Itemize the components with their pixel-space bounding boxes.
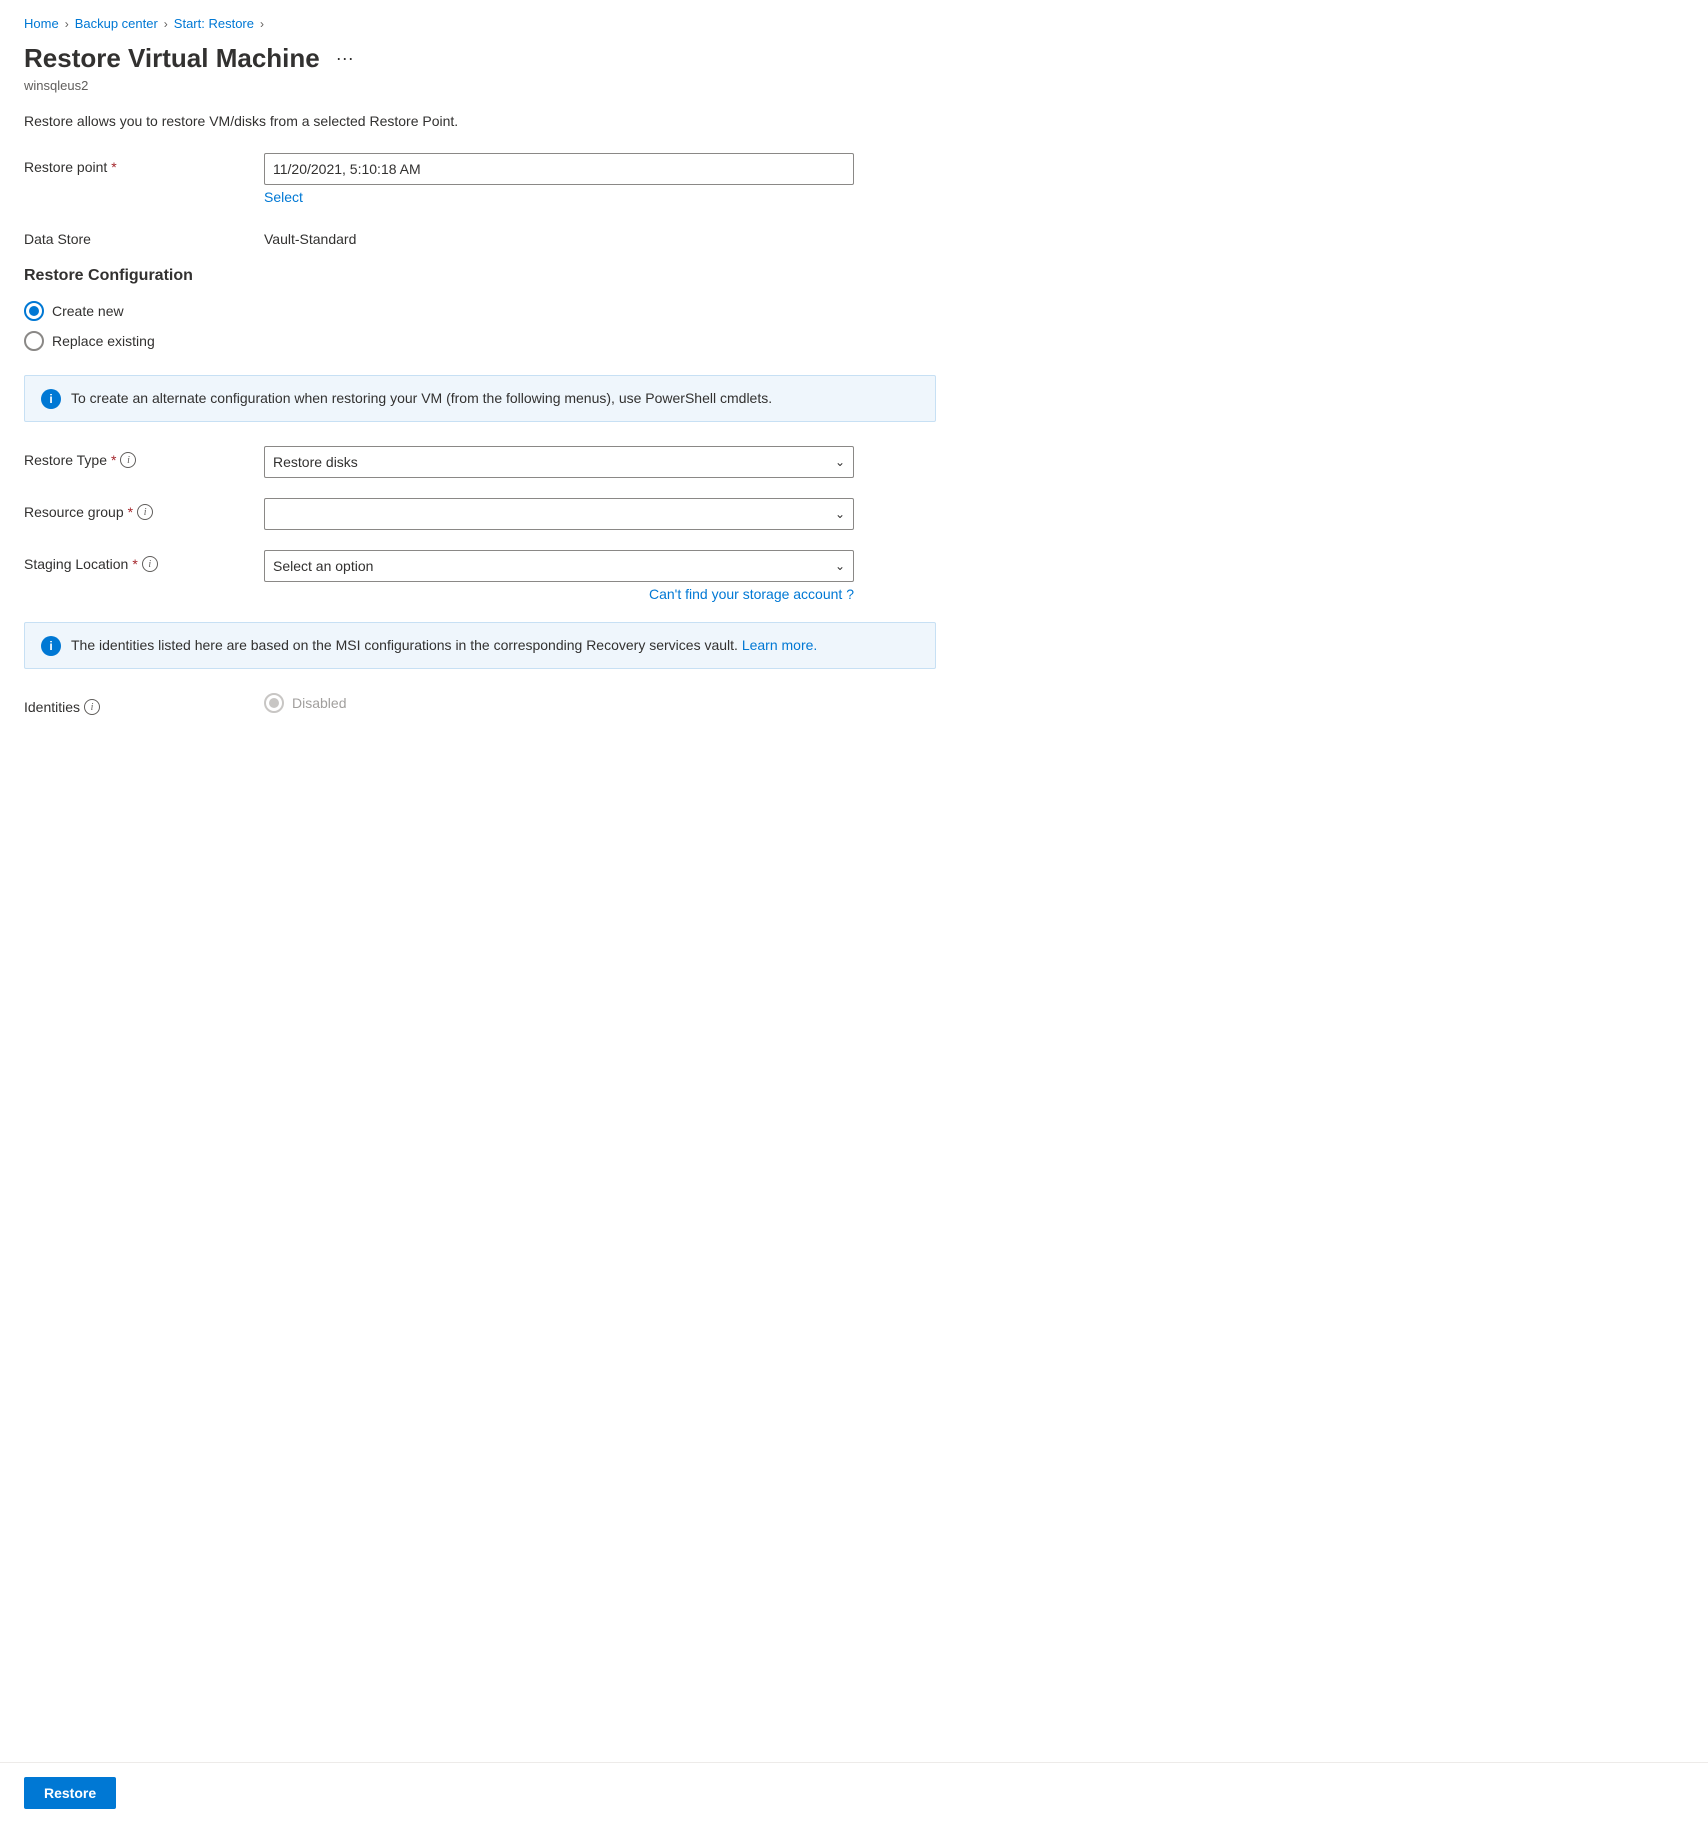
breadcrumb-start-restore[interactable]: Start: Restore (174, 16, 254, 31)
page-title: Restore Virtual Machine (24, 43, 320, 74)
learn-more-link[interactable]: Learn more. (742, 637, 817, 653)
restore-point-label: Restore point * (24, 153, 264, 175)
restore-type-row: Restore Type * i Restore disks ⌄ (24, 446, 936, 478)
resource-group-chevron-icon: ⌄ (835, 507, 845, 521)
footer-bar: Restore (0, 1762, 1708, 1822)
identities-disabled-radio: Disabled (264, 693, 936, 713)
restore-point-select-link[interactable]: Select (264, 189, 936, 205)
restore-point-field-group: Select (264, 153, 936, 205)
breadcrumb-home[interactable]: Home (24, 16, 59, 31)
restore-configuration-radio-group: Create new Replace existing (24, 301, 936, 351)
restore-point-required: * (111, 159, 116, 175)
breadcrumb-backup-center[interactable]: Backup center (75, 16, 158, 31)
breadcrumb-sep-3: › (260, 17, 264, 31)
restore-point-input[interactable] (264, 153, 854, 185)
staging-location-dropdown[interactable]: Select an option ⌄ (264, 550, 854, 582)
resource-group-info-icon: i (137, 504, 153, 520)
staging-location-label: Staging Location * i (24, 550, 264, 572)
radio-create-new[interactable]: Create new (24, 301, 936, 321)
restore-type-chevron-icon: ⌄ (835, 455, 845, 469)
restore-type-dropdown[interactable]: Restore disks ⌄ (264, 446, 854, 478)
restore-point-row: Restore point * Select (24, 153, 936, 205)
page-description: Restore allows you to restore VM/disks f… (24, 113, 936, 129)
restore-type-info-icon: i (120, 452, 136, 468)
radio-replace-existing-label: Replace existing (52, 333, 155, 349)
info-banner-2: i The identities listed here are based o… (24, 622, 936, 669)
staging-location-field-group: Select an option ⌄ Can't find your stora… (264, 550, 936, 602)
data-store-label: Data Store (24, 225, 264, 247)
info-banner-1: i To create an alternate configuration w… (24, 375, 936, 422)
breadcrumb: Home › Backup center › Start: Restore › (24, 16, 936, 31)
staging-location-required: * (132, 556, 137, 572)
identities-radio-circle (264, 693, 284, 713)
restore-type-required: * (111, 452, 116, 468)
staging-location-info-icon: i (142, 556, 158, 572)
data-store-row: Data Store Vault-Standard (24, 225, 936, 247)
staging-location-chevron-icon: ⌄ (835, 559, 845, 573)
breadcrumb-sep-2: › (164, 17, 168, 31)
page-subtitle: winsqleus2 (24, 78, 936, 93)
resource-group-required: * (128, 504, 133, 520)
staging-location-dropdown-value: Select an option (273, 558, 373, 574)
resource-group-row: Resource group * i ⌄ (24, 498, 936, 530)
resource-group-label: Resource group * i (24, 498, 264, 520)
resource-group-dropdown[interactable]: ⌄ (264, 498, 854, 530)
identities-info-icon: i (84, 699, 100, 715)
info-banner-2-icon: i (41, 636, 61, 656)
identities-disabled-label: Disabled (292, 695, 346, 711)
identities-row: Identities i Disabled (24, 693, 936, 715)
restore-button[interactable]: Restore (24, 1777, 116, 1809)
radio-create-new-circle (24, 301, 44, 321)
restore-type-dropdown-value: Restore disks (273, 454, 358, 470)
radio-replace-existing-circle (24, 331, 44, 351)
page-title-row: Restore Virtual Machine ··· (24, 43, 936, 74)
info-banner-2-text: The identities listed here are based on … (71, 635, 817, 656)
data-store-value: Vault-Standard (264, 225, 936, 247)
restore-configuration-heading: Restore Configuration (24, 267, 936, 285)
cant-find-storage-link[interactable]: Can't find your storage account ? (264, 586, 854, 602)
staging-location-row: Staging Location * i Select an option ⌄ … (24, 550, 936, 602)
restore-type-label: Restore Type * i (24, 446, 264, 468)
radio-replace-existing[interactable]: Replace existing (24, 331, 936, 351)
breadcrumb-sep-1: › (65, 17, 69, 31)
ellipsis-button[interactable]: ··· (330, 46, 360, 71)
radio-create-new-label: Create new (52, 303, 124, 319)
info-banner-1-text: To create an alternate configuration whe… (71, 388, 772, 409)
info-banner-1-icon: i (41, 389, 61, 409)
identities-label: Identities i (24, 693, 264, 715)
